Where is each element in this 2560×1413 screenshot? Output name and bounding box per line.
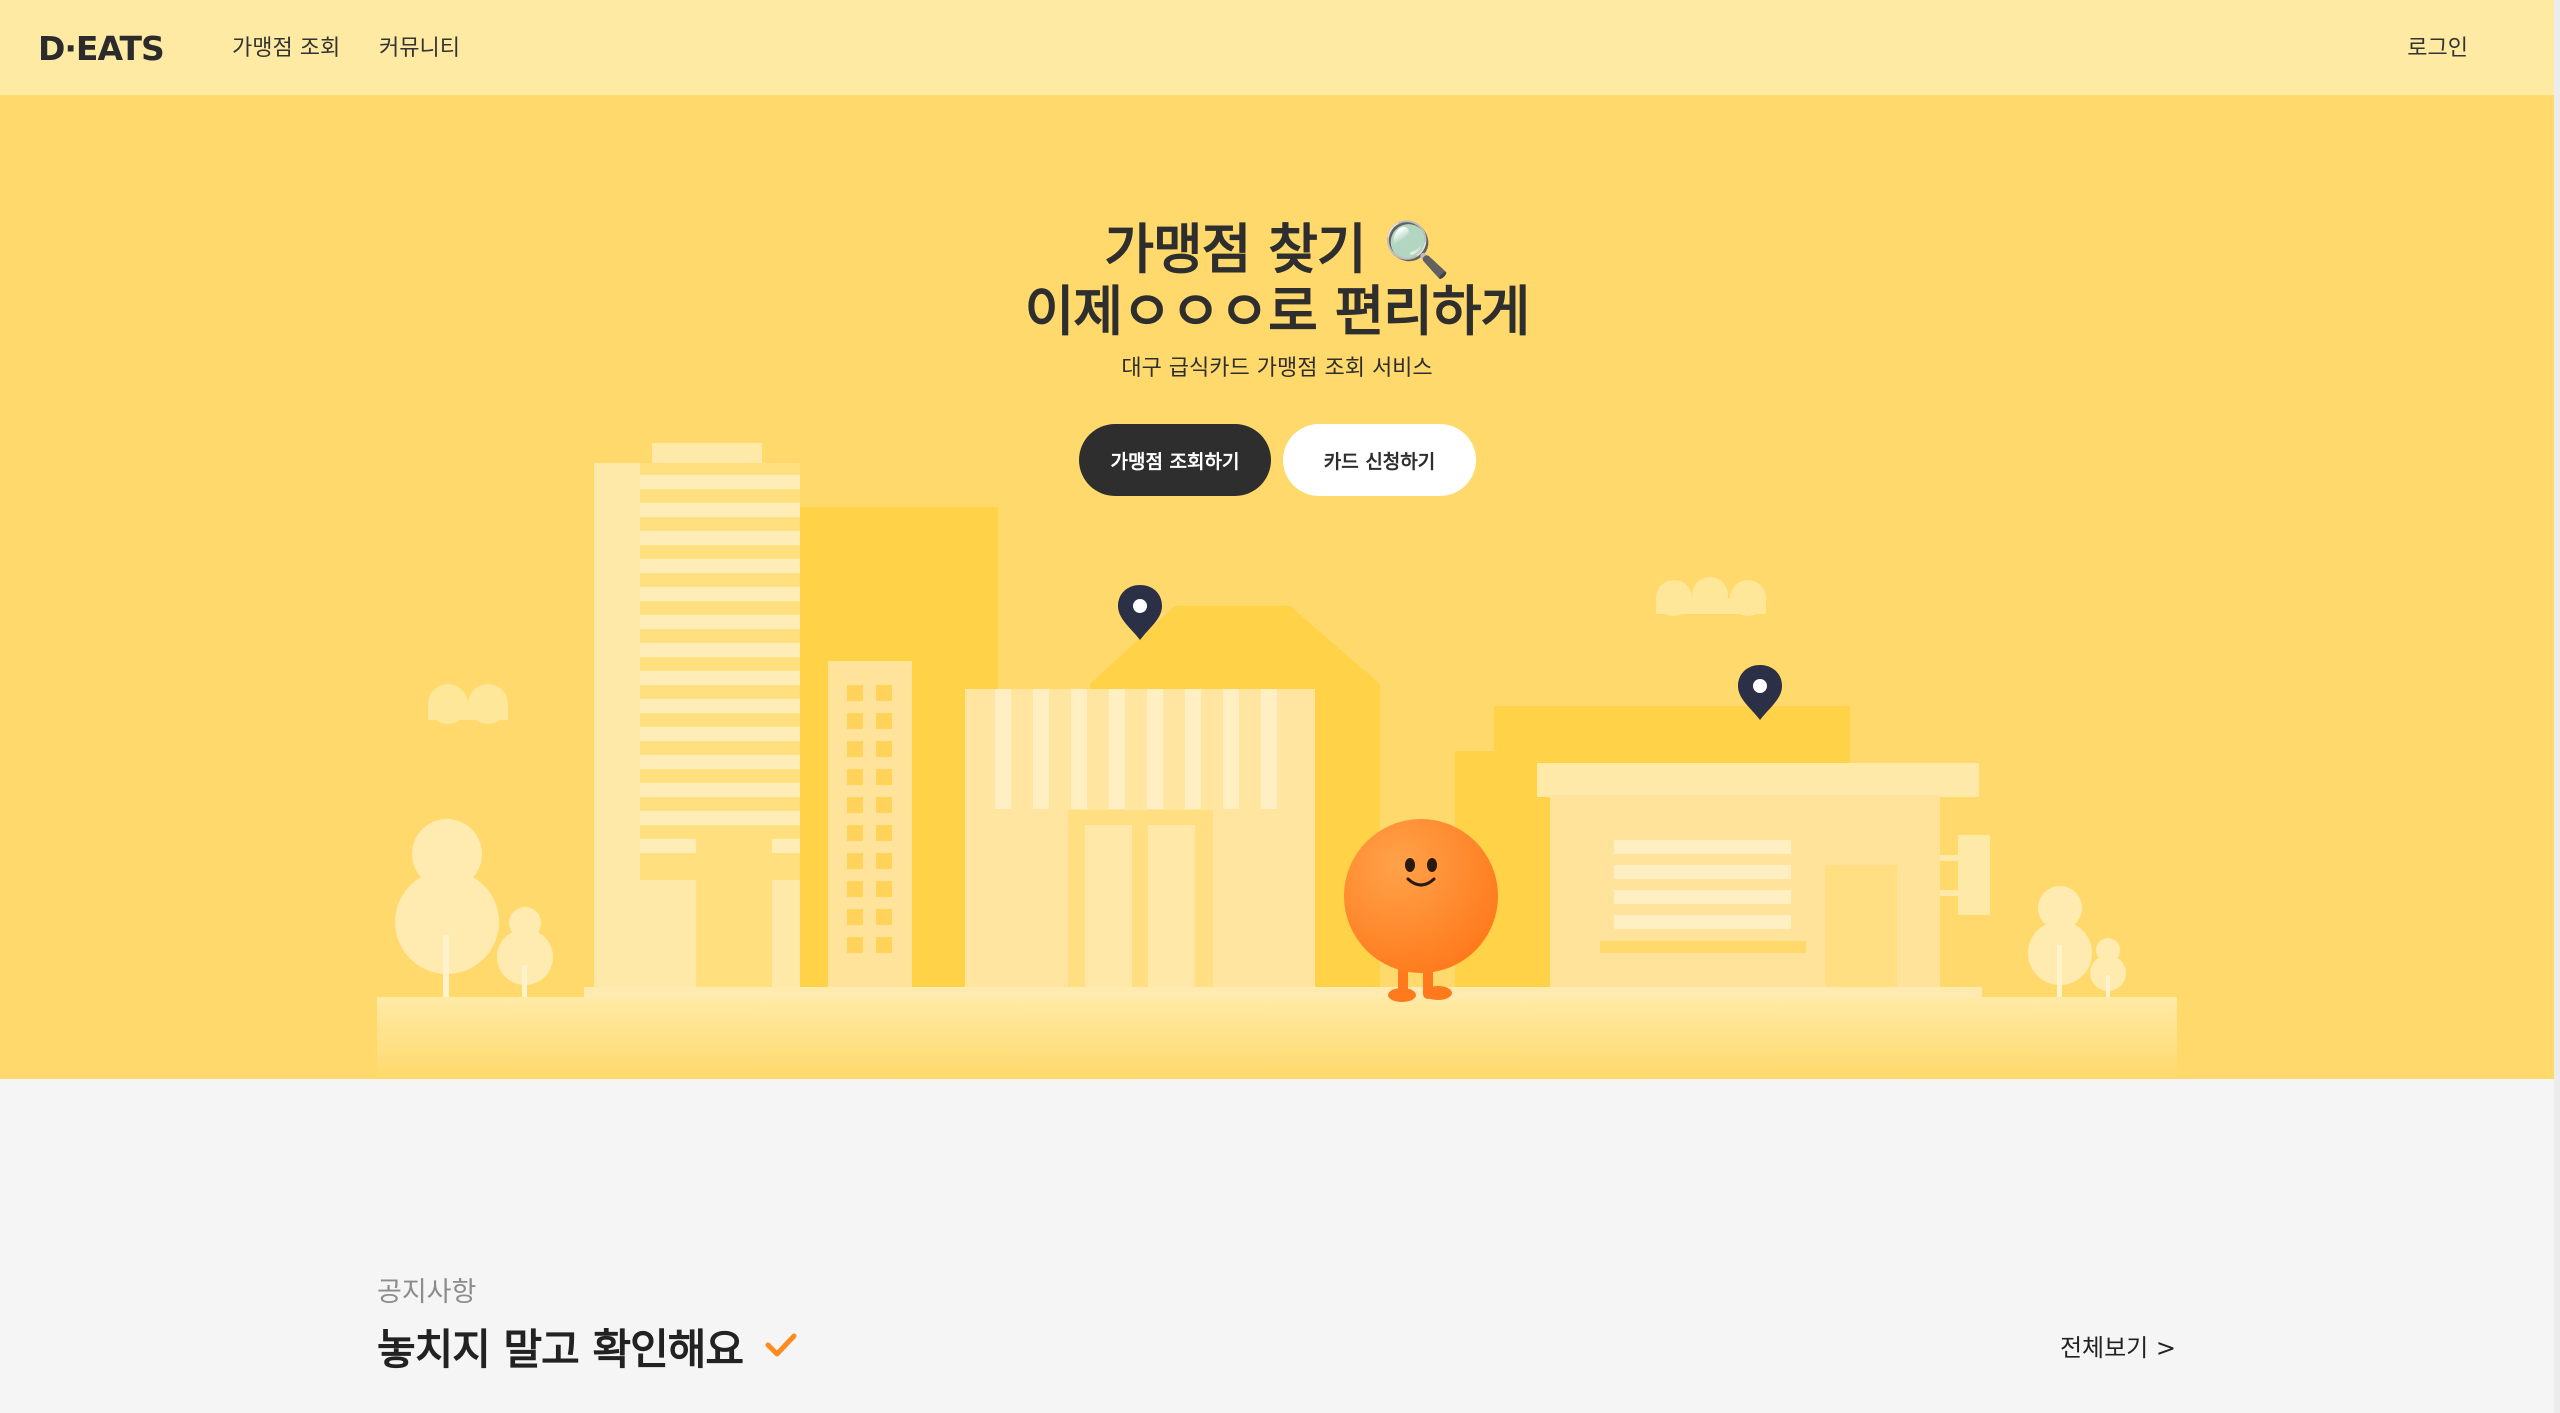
notice-section-title: 놓치지 말고 확인해요 — [377, 1325, 744, 1374]
find-store-button[interactable]: 가맹점 조회하기 — [1079, 424, 1271, 496]
d-eats-logo[interactable]: D·EATS — [38, 24, 178, 70]
cloud-left — [428, 684, 508, 724]
tall-tower — [594, 443, 800, 1079]
apply-card-button[interactable]: 카드 신청하기 — [1283, 424, 1476, 496]
nav-community[interactable]: 커뮤니티 — [379, 30, 460, 62]
hero-section: 가맹점 찾기 🔍 이제ㅇㅇㅇ로 편리하게 대구 급식카드 가맹점 조회 서비스 … — [0, 95, 2554, 1079]
logo-text: D·EATS — [38, 29, 164, 68]
hero-title-line2: 이제ㅇㅇㅇ로 편리하게 — [1024, 280, 1531, 343]
hero-subtitle: 대구 급식카드 가맹점 조회 서비스 — [1121, 356, 1433, 381]
ground — [377, 997, 2177, 1079]
nav-store-search[interactable]: 가맹점 조회 — [232, 30, 340, 62]
top-navbar: D·EATS 가맹점 조회 커뮤니티 로그인 — [0, 0, 2554, 95]
cloud-right — [1656, 577, 1766, 616]
notice-section-label: 공지사항 — [377, 1277, 477, 1308]
scrollbar-track[interactable] — [2554, 0, 2560, 1413]
view-all-link[interactable]: 전체보기 > — [2060, 1328, 2176, 1363]
check-icon — [765, 1333, 797, 1357]
login-link[interactable]: 로그인 — [2407, 30, 2468, 62]
